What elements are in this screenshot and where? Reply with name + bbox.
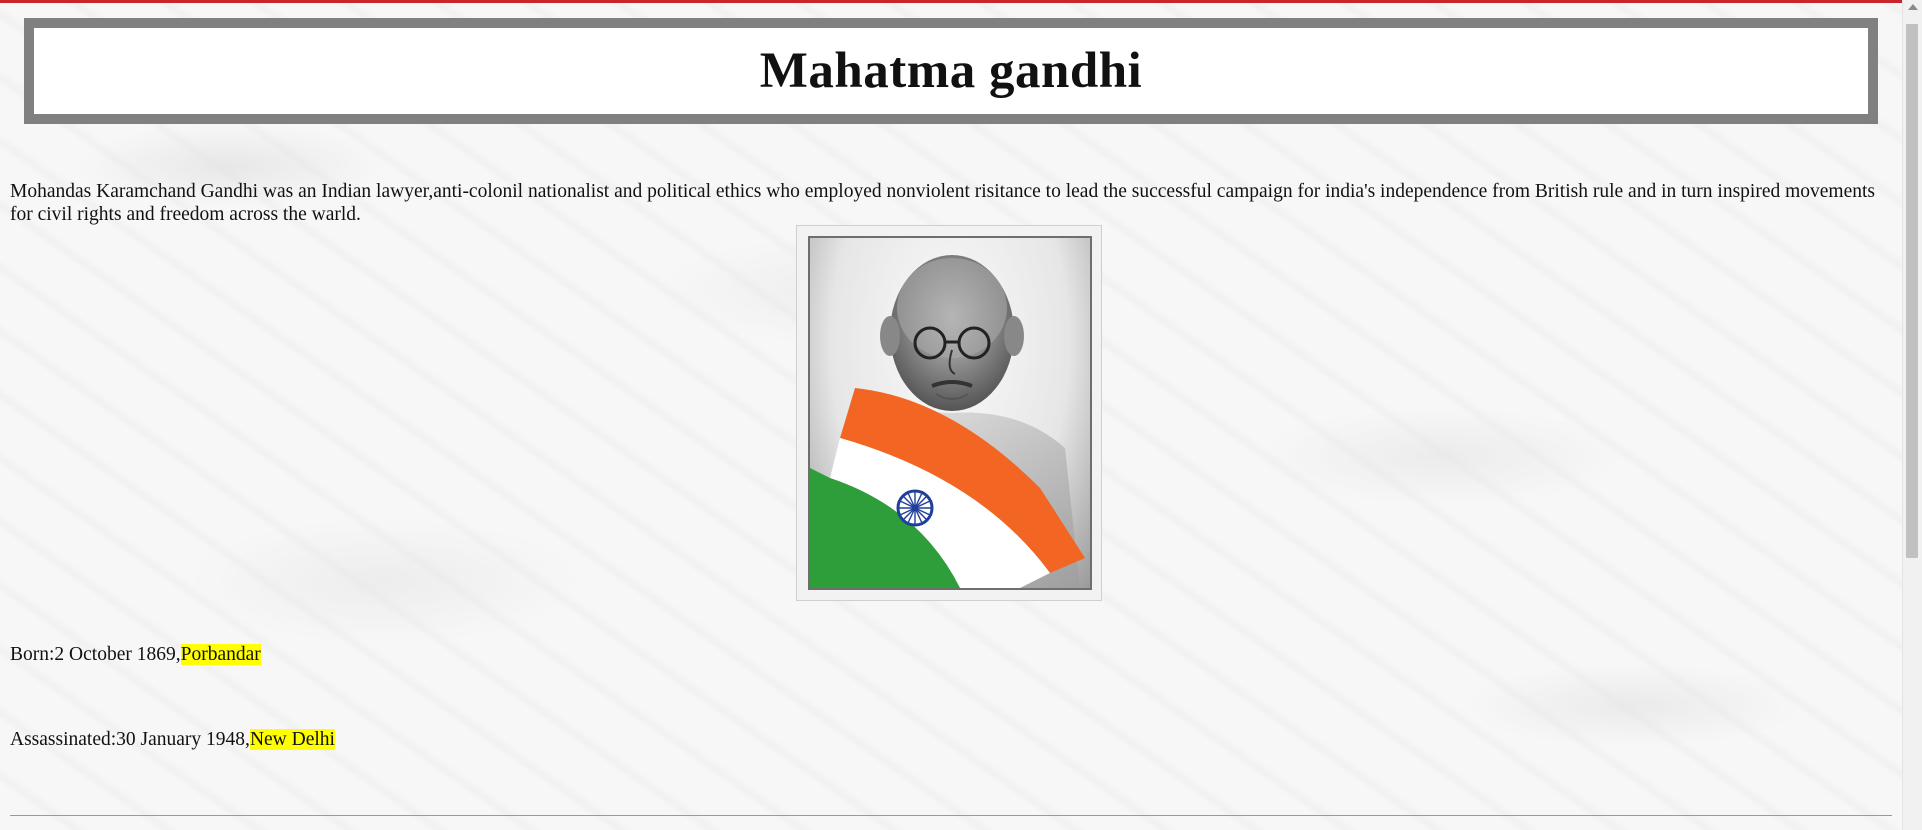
born-label: Born:2 October 1869, (10, 644, 181, 665)
assassinated-fact: Assassinated:30 January 1948,New Delhi (10, 729, 335, 751)
portrait-picture (808, 236, 1092, 590)
scrollbar-thumb[interactable] (1906, 24, 1918, 558)
page-title: Mahatma gandhi (759, 43, 1143, 99)
horizontal-rule (10, 815, 1892, 816)
gandhi-portrait-drawing (810, 255, 1085, 588)
page-viewport: Mahatma gandhi Mohandas Karamchand Gandh… (0, 3, 1903, 830)
scroll-up-arrow-icon[interactable] (1908, 4, 1918, 10)
born-place: Porbandar (180, 644, 261, 665)
vertical-scrollbar[interactable] (1902, 0, 1922, 830)
born-fact: Born:2 October 1869,Porbandar (10, 644, 261, 666)
portrait-image (796, 225, 1102, 601)
intro-paragraph: Mohandas Karamchand Gandhi was an Indian… (10, 181, 1876, 225)
assassinated-label: Assassinated:30 January 1948, (10, 729, 250, 750)
assassinated-place: New Delhi (249, 729, 335, 750)
title-banner: Mahatma gandhi (24, 18, 1878, 124)
